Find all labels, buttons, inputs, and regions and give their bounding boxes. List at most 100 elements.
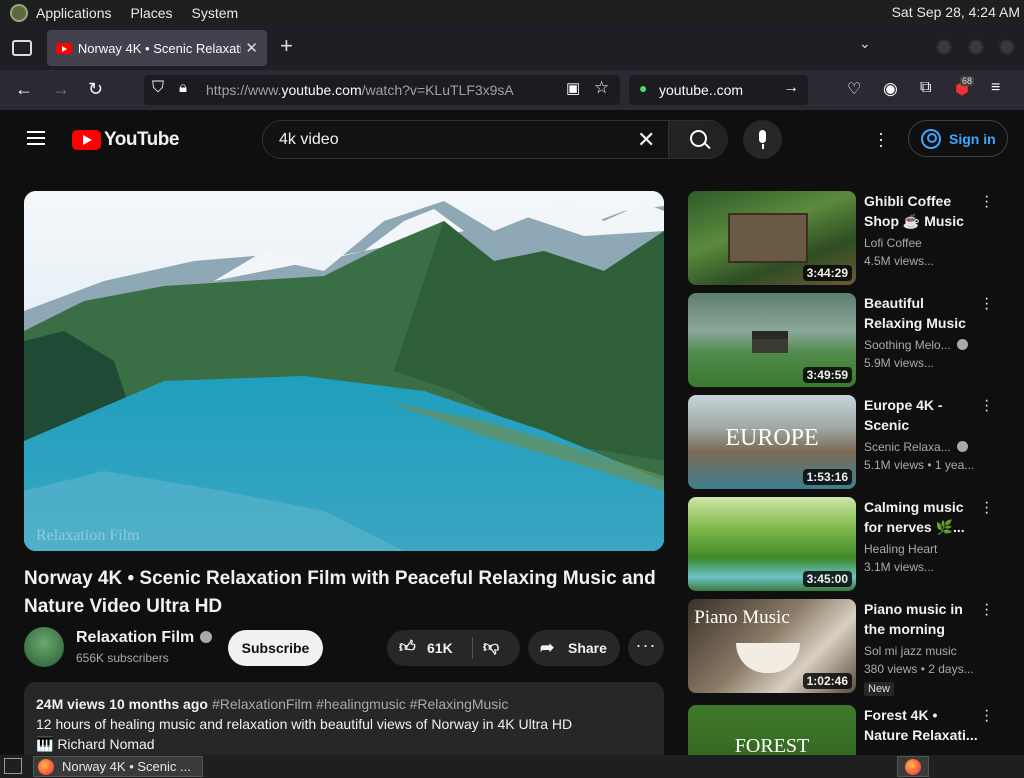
clear-search-icon[interactable]: ✕	[637, 127, 655, 153]
youtube-header: YouTube 4k video ✕ · · · Sign in	[0, 110, 1024, 168]
more-actions-icon[interactable]: ···	[628, 630, 664, 666]
recommended-title: Beautiful Relaxing Music ...	[864, 295, 966, 331]
recommended-menu-icon[interactable]: · · ·	[984, 597, 989, 623]
shield-icon[interactable]: ⛉	[152, 79, 164, 97]
recommended-video[interactable]: 3:45:00 Calming music for nerves 🌿... He…	[688, 495, 1008, 591]
recommended-channel[interactable]: Sol mi jazz music	[864, 644, 957, 658]
new-tab-button[interactable]: +	[280, 33, 293, 59]
extension-badge: 68	[960, 76, 975, 86]
tab-close-icon[interactable]: ✕	[245, 39, 258, 57]
dislike-thumbs-down-icon[interactable]: 👎︎	[483, 638, 499, 657]
description-line-1: 12 hours of healing music and relaxation…	[36, 716, 573, 732]
recommended-channel[interactable]: Healing Heart	[864, 542, 937, 556]
youtube-search-input[interactable]: 4k video	[279, 131, 339, 149]
menu-places[interactable]: Places	[131, 5, 173, 21]
youtube-search-button[interactable]	[668, 121, 728, 158]
video-title: Norway 4K • Scenic Relaxation Film with …	[24, 568, 656, 617]
search-bar[interactable]: ● youtube..com →	[629, 75, 808, 105]
thumbnail-title-text: EUROPE	[725, 425, 819, 451]
recommended-video[interactable]: 3:49:59 Beautiful Relaxing Music ... Soo…	[688, 291, 1008, 387]
video-thumbnail[interactable]: EUROPE 1:53:16	[688, 395, 856, 489]
video-thumbnail[interactable]: FOREST	[688, 705, 856, 755]
duration-badge: 1:53:16	[802, 469, 852, 485]
recommended-channel[interactable]: Scenic Relaxa...	[864, 440, 968, 454]
recommended-menu-icon[interactable]: · · ·	[984, 703, 989, 729]
channel-name[interactable]: Relaxation Film	[76, 629, 213, 647]
subscribe-button[interactable]: Subscribe	[228, 630, 323, 666]
youtube-favicon-icon	[56, 42, 72, 54]
taskbar-window-button[interactable]: Norway 4K • Scenic ...	[33, 756, 203, 777]
new-badge: New	[864, 682, 895, 696]
reload-icon[interactable]: ↻	[88, 79, 103, 100]
settings-kebab-icon[interactable]: · · ·	[878, 124, 884, 154]
video-watermark: Relaxation Film	[36, 527, 140, 544]
back-arrow-icon[interactable]: ←	[15, 79, 33, 100]
share-arrow-icon: ➦	[540, 638, 555, 657]
video-thumbnail[interactable]: Piano Music 1:02:46	[688, 599, 856, 693]
video-thumbnail[interactable]: 3:49:59	[688, 293, 856, 387]
browser-tab-bar: Norway 4K • Scenic Relaxation Film ✕ + ⌄	[0, 25, 1024, 70]
like-count[interactable]: 61K	[427, 640, 453, 656]
recommended-title: Forest 4K • Nature Relaxati...	[864, 707, 978, 743]
video-player[interactable]: Relaxation Film	[24, 191, 664, 551]
recommended-menu-icon[interactable]: · · ·	[984, 291, 989, 317]
thumbnail-title-text: FOREST	[734, 735, 810, 755]
youtube-wordmark: YouTube	[104, 129, 179, 150]
search-go-arrow-icon[interactable]: →	[783, 79, 799, 97]
sign-in-button[interactable]: Sign in	[908, 120, 1008, 157]
description-box[interactable]: 24M views 10 months ago #RelaxationFilm #…	[24, 682, 664, 755]
close-window-button[interactable]	[999, 39, 1015, 55]
recommended-title: Ghibli Coffee Shop ☕ Music t...	[864, 193, 964, 229]
like-divider	[472, 637, 473, 659]
youtube-logo[interactable]: YouTube	[72, 129, 179, 151]
forward-arrow-icon[interactable]: →	[52, 79, 70, 100]
extensions-icon[interactable]: ⧉	[920, 79, 931, 97]
account-icon[interactable]: ◉	[883, 79, 898, 99]
recommended-channel[interactable]: Soothing Melo...	[864, 338, 968, 352]
youtube-search-box[interactable]: 4k video ✕	[262, 120, 728, 159]
show-desktop-icon[interactable]	[4, 758, 22, 774]
recommended-video[interactable]: Piano Music 1:02:46 Piano music in the m…	[688, 597, 1008, 696]
tab-youtube[interactable]: Norway 4K • Scenic Relaxation Film ✕	[47, 30, 267, 66]
lock-icon[interactable]: 🔒︎	[179, 79, 187, 96]
reader-view-icon[interactable]: ▣	[566, 79, 580, 97]
workspace-switcher[interactable]	[897, 756, 929, 777]
verified-check-icon	[200, 631, 213, 643]
recommended-video[interactable]: 3:44:29 Ghibli Coffee Shop ☕ Music t... …	[688, 189, 1008, 285]
list-all-tabs-chevron-icon[interactable]: ⌄	[859, 35, 871, 52]
url-bar[interactable]: ⛉ 🔒︎ https://www.youtube.com/watch?v=KLu…	[144, 75, 620, 105]
recommended-views: 3.1M views...	[864, 560, 935, 574]
recommended-menu-icon[interactable]: · · ·	[984, 189, 989, 215]
share-button[interactable]: ➦ Share	[528, 630, 620, 666]
recommended-menu-icon[interactable]: · · ·	[984, 495, 989, 521]
channel-avatar[interactable]	[24, 627, 64, 667]
recommended-channel[interactable]: Lofi Coffee	[864, 236, 922, 250]
person-icon	[921, 128, 941, 149]
os-top-panel: Applications Places System Sat Sep 28, 4…	[0, 0, 1024, 25]
distro-logo-icon[interactable]	[10, 3, 28, 22]
pocket-icon[interactable]: ♡	[847, 79, 861, 99]
coffee-cup-shape	[736, 643, 800, 673]
minimize-window-button[interactable]	[936, 39, 952, 55]
maximize-window-button[interactable]	[968, 39, 984, 55]
bookmark-star-icon[interactable]: ☆	[594, 78, 609, 98]
recommended-views: 5.9M views...	[864, 356, 935, 370]
menu-system[interactable]: System	[192, 5, 239, 21]
recommended-menu-icon[interactable]: · · ·	[984, 393, 989, 419]
recommended-video[interactable]: FOREST Forest 4K • Nature Relaxati... · ·…	[688, 703, 1008, 755]
tab-title: Norway 4K • Scenic Relaxation Film	[77, 40, 242, 56]
guide-menu-icon[interactable]	[27, 131, 45, 145]
recommended-video[interactable]: EUROPE 1:53:16 Europe 4K - Scenic Relaxa…	[688, 393, 1008, 489]
video-thumbnail[interactable]: 3:44:29	[688, 191, 856, 285]
recommended-title: Piano music in the morning for...	[864, 601, 963, 637]
like-thumbs-up-icon[interactable]: 👍︎	[399, 638, 416, 657]
duration-badge: 1:02:46	[802, 673, 852, 689]
video-thumbnail[interactable]: 3:45:00	[688, 497, 856, 591]
clock[interactable]: Sat Sep 28, 4:24 AM	[892, 4, 1020, 20]
voice-search-mic-icon[interactable]	[743, 120, 782, 159]
menu-applications[interactable]: Applications	[36, 5, 112, 21]
tab-list-icon[interactable]	[12, 39, 32, 56]
app-menu-icon[interactable]: ≡	[991, 79, 1000, 97]
description-line-2: 🎹 Richard Nomad	[36, 736, 155, 752]
recommended-title: Europe 4K - Scenic Relaxati...	[864, 397, 943, 433]
